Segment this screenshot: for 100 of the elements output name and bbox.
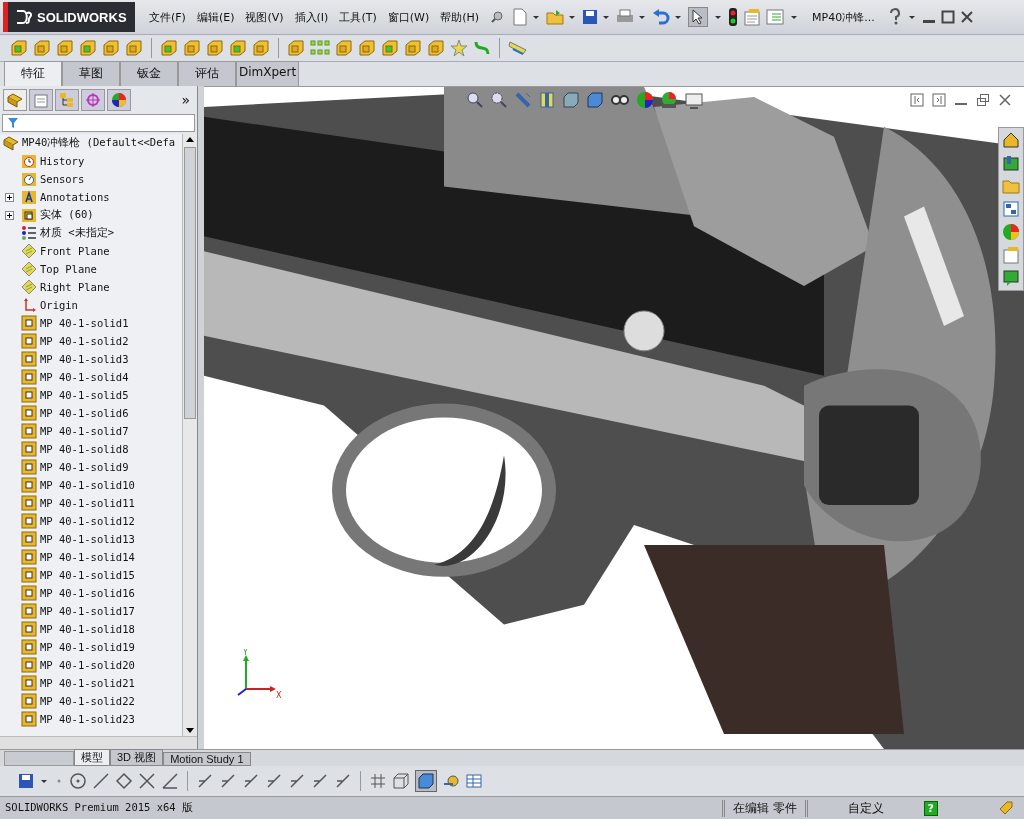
expand-toggle[interactable] (4, 210, 14, 220)
caret-icon[interactable] (715, 15, 722, 19)
tree-item[interactable]: MP 40-1-solid19 (40, 641, 135, 653)
forum-icon[interactable] (1002, 269, 1020, 287)
sketch-tool-icon[interactable] (265, 772, 283, 790)
grid-icon[interactable] (369, 772, 387, 790)
tree-item[interactable]: Origin (40, 299, 78, 311)
tree-item[interactable]: MP 40-1-solid6 (40, 407, 129, 419)
tree-item[interactable]: MP 40-1-solid11 (40, 497, 135, 509)
tree-item[interactable]: MP 40-1-solid9 (40, 461, 129, 473)
sketch-tool-icon[interactable] (334, 772, 352, 790)
curve-icon[interactable] (473, 39, 491, 57)
feature-icon[interactable] (183, 39, 201, 57)
feature-icon[interactable] (10, 39, 28, 57)
sketch-tool-icon[interactable] (196, 772, 214, 790)
feature-icon[interactable] (427, 39, 445, 57)
table-icon[interactable] (465, 772, 483, 790)
feature-icon[interactable] (125, 39, 143, 57)
command-tab[interactable]: 草图 (62, 61, 120, 86)
vertical-scrollbar[interactable] (182, 134, 197, 736)
feature-icon[interactable] (102, 39, 120, 57)
menu-item[interactable]: 编辑(E) (196, 9, 235, 25)
section-view-icon[interactable] (538, 91, 556, 109)
tree-item[interactable]: MP 40-1-solid23 (40, 713, 135, 725)
feature-icon[interactable] (33, 39, 51, 57)
tree-item[interactable]: MP 40-1-solid3 (40, 353, 129, 365)
tree-item[interactable]: MP 40-1-solid4 (40, 371, 129, 383)
hide-show-icon[interactable] (610, 93, 630, 107)
feature-icon[interactable] (79, 39, 97, 57)
caret-icon[interactable] (675, 15, 682, 19)
units-menu[interactable]: 自定义 (847, 799, 884, 817)
tree-item[interactable]: MP 40-1-solid15 (40, 569, 135, 581)
tree-item[interactable]: MP 40-1-solid17 (40, 605, 135, 617)
caret-icon[interactable] (791, 15, 798, 19)
feature-icon[interactable] (335, 39, 353, 57)
tree-item[interactable]: MP 40-1-solid22 (40, 695, 135, 707)
printer-icon[interactable] (616, 9, 635, 25)
appearance-icon[interactable] (636, 91, 654, 109)
polygon-icon[interactable] (115, 772, 133, 790)
tree-item[interactable]: Sensors (40, 173, 85, 185)
tree-item[interactable]: MP 40-1-solid20 (40, 659, 135, 671)
angle-icon[interactable] (161, 772, 179, 790)
close-icon[interactable] (998, 93, 1012, 107)
help-icon[interactable] (887, 8, 902, 26)
sketch-tool-icon[interactable] (311, 772, 329, 790)
undo-icon[interactable] (652, 9, 671, 25)
tree-item[interactable]: MP 40-1-solid12 (40, 515, 135, 527)
menu-item[interactable]: 视图(V) (245, 9, 284, 25)
line-icon[interactable] (92, 772, 110, 790)
menu-item[interactable]: 帮助(H) (440, 9, 480, 25)
display-style-icon[interactable] (586, 91, 604, 109)
command-tab[interactable]: 特征 (4, 61, 62, 86)
model-tab[interactable]: Motion Study 1 (163, 752, 251, 766)
tree-item[interactable]: MP 40-1-solid13 (40, 533, 135, 545)
sketch-tool-icon[interactable] (219, 772, 237, 790)
circle-icon[interactable] (69, 772, 87, 790)
split-right-icon[interactable] (932, 93, 946, 107)
model-tab[interactable]: 3D 视图 (110, 749, 164, 766)
command-tab[interactable]: 评估 (178, 61, 236, 86)
command-tab[interactable]: DimXpert (236, 61, 300, 86)
horizontal-scrollbar[interactable] (0, 736, 197, 749)
custom-properties-icon[interactable] (1002, 246, 1020, 264)
zoom-area-icon[interactable] (490, 91, 508, 109)
list-icon[interactable] (766, 9, 785, 25)
tag-icon[interactable] (998, 800, 1014, 816)
dimxpert-tab[interactable] (81, 89, 105, 111)
caret-icon[interactable] (569, 15, 576, 19)
tree-item[interactable]: History (40, 155, 85, 167)
caret-icon[interactable] (639, 15, 646, 19)
scene-icon[interactable] (660, 91, 678, 109)
star-icon[interactable] (450, 39, 468, 57)
color-wheel-icon[interactable] (1002, 223, 1020, 241)
save-icon[interactable] (18, 773, 34, 789)
property-manager-tab[interactable] (29, 89, 53, 111)
tree-item[interactable]: MP 40-1-solid18 (40, 623, 135, 635)
caret-icon[interactable] (41, 779, 47, 783)
command-tab[interactable]: 钣金 (120, 61, 178, 86)
menu-item[interactable]: 窗口(W) (387, 9, 430, 25)
view-palette-icon[interactable] (1002, 200, 1020, 218)
shaded-view-button[interactable] (415, 770, 437, 792)
split-left-icon[interactable] (910, 93, 924, 107)
configuration-manager-tab[interactable] (55, 89, 79, 111)
tree-item[interactable]: 材质 <未指定> (40, 226, 114, 240)
feature-icon[interactable] (206, 39, 224, 57)
menu-item[interactable]: 插入(I) (294, 9, 329, 25)
restore-icon[interactable] (976, 93, 990, 107)
library-icon[interactable] (1002, 154, 1020, 172)
zoom-to-fit-icon[interactable] (466, 91, 484, 109)
tree-item[interactable]: Front Plane (40, 245, 110, 257)
tree-item[interactable]: Annotations (40, 191, 110, 203)
feature-icon[interactable] (404, 39, 422, 57)
display-manager-tab[interactable] (107, 89, 131, 111)
tree-item[interactable]: MP 40-1-solid14 (40, 551, 135, 563)
tree-item[interactable]: Top Plane (40, 263, 97, 275)
expand-toggle[interactable] (4, 192, 14, 202)
pushpin-icon[interactable] (490, 10, 505, 24)
maximize-icon[interactable] (940, 10, 955, 24)
feature-icon[interactable] (56, 39, 74, 57)
save-icon[interactable] (582, 9, 599, 25)
tree-item[interactable]: MP 40-1-solid16 (40, 587, 135, 599)
